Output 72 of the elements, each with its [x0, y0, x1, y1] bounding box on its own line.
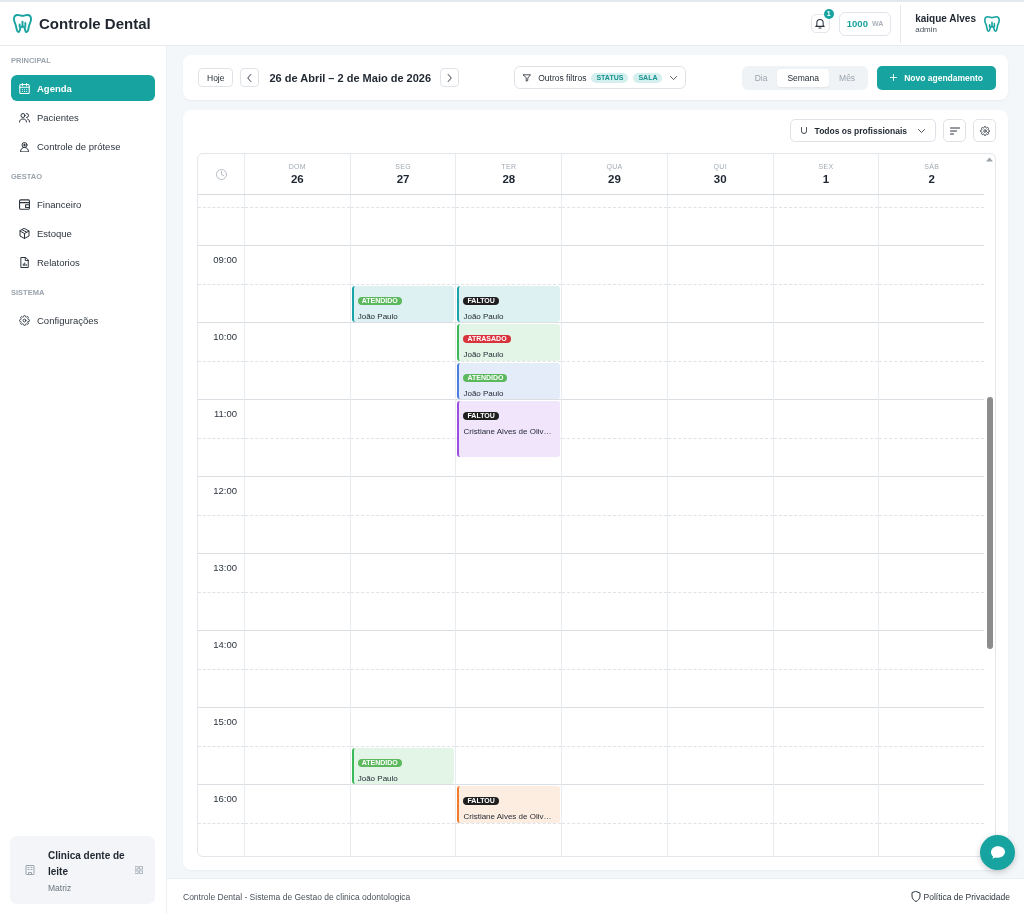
- clinic-name: Clinica dente de leite: [48, 848, 126, 879]
- credits-amount: 1000: [846, 18, 868, 29]
- notifications-button[interactable]: [810, 14, 830, 33]
- day-number: 30: [713, 173, 727, 185]
- plus-icon: [890, 74, 898, 81]
- day-number: 1: [822, 173, 830, 185]
- patient-name: Cristiane Alves de Oliv…: [463, 427, 553, 436]
- patient-name: João Paulo: [463, 311, 505, 321]
- clinic-card[interactable]: Clinica dente de leite Matriz: [10, 836, 155, 904]
- bell-icon: [815, 18, 826, 29]
- date-range: 26 de Abril – 2 de Maio de 2026: [269, 71, 432, 84]
- view-tab[interactable]: Semana: [777, 68, 830, 87]
- day-number: 2: [928, 173, 935, 185]
- tooth-logo-icon: [13, 14, 32, 33]
- clock-icon: [215, 168, 227, 180]
- sort-button[interactable]: [943, 119, 966, 142]
- speech-bubble-icon: [990, 846, 1005, 859]
- chevron-left-icon: [247, 73, 253, 82]
- time-label: 10:00: [212, 331, 237, 343]
- settings-icon: [979, 125, 990, 136]
- time-label: 13:00: [212, 562, 237, 574]
- sidebar-item[interactable]: Configurações: [11, 307, 155, 333]
- time-label: 09:00: [212, 254, 237, 266]
- time-label: 11:00: [212, 408, 237, 420]
- wallet-icon: [19, 198, 30, 210]
- time-label: 12:00: [212, 485, 237, 497]
- settings-button[interactable]: [973, 119, 996, 142]
- u-shape-icon: [800, 127, 807, 134]
- gear-icon: [19, 314, 30, 326]
- scroll-up-arrow-icon: [986, 157, 993, 162]
- patient-name: João Paulo: [357, 773, 399, 783]
- user-name: kaique Alves: [915, 13, 976, 24]
- patient-name: João Paulo: [463, 350, 505, 359]
- footer-text: Controle Dental - Sistema de Gestao de clinica odontologica: [183, 891, 411, 902]
- grid-icon: [135, 866, 143, 874]
- day-number: 28: [502, 173, 516, 185]
- chevron-down-icon: [670, 75, 678, 80]
- calendar-icon: [19, 82, 30, 94]
- sidebar-item[interactable]: Estoque: [11, 220, 155, 246]
- tooth-icon: [984, 15, 1000, 32]
- package-icon: [19, 227, 30, 239]
- sidebar-item[interactable]: Pacientes: [11, 104, 155, 130]
- building-icon: [25, 865, 35, 875]
- time-label: 15:00: [212, 716, 237, 728]
- chevron-right-icon: [447, 73, 453, 82]
- day-number: 26: [290, 173, 304, 185]
- day-number: 27: [396, 173, 410, 185]
- shield-icon: [910, 891, 921, 902]
- user-icon: [19, 140, 30, 152]
- sidebar-item[interactable]: Relatorios: [11, 249, 155, 275]
- patient-name: João Paulo: [357, 311, 399, 321]
- clinic-subtitle: Matriz: [48, 882, 73, 893]
- document-icon: [19, 256, 30, 268]
- app-name: Controle Dental: [39, 15, 151, 32]
- next-button[interactable]: [440, 68, 460, 87]
- users-icon: [19, 111, 30, 123]
- time-label: 16:00: [212, 793, 237, 805]
- time-label: 14:00: [212, 639, 237, 651]
- today-button[interactable]: Hoje: [198, 68, 234, 87]
- filter-icon: [523, 73, 532, 82]
- privacy-link[interactable]: Política de Privacidade: [910, 891, 1010, 902]
- sidebar-item[interactable]: Financeiro: [11, 191, 155, 217]
- chevron-down-icon: [918, 128, 925, 133]
- professional-filter[interactable]: Todos os profissionais: [789, 119, 936, 142]
- scrollbar-thumb[interactable]: [986, 397, 993, 649]
- sort-icon: [949, 125, 960, 136]
- user-role: admin: [915, 25, 938, 34]
- patient-name: João Paulo: [463, 388, 505, 398]
- patient-name: Cristiane Alves de Oliv…: [463, 812, 553, 821]
- day-number: 29: [608, 173, 621, 185]
- sidebar-item[interactable]: Controle de prótese: [11, 133, 155, 159]
- previous-button[interactable]: [240, 68, 260, 87]
